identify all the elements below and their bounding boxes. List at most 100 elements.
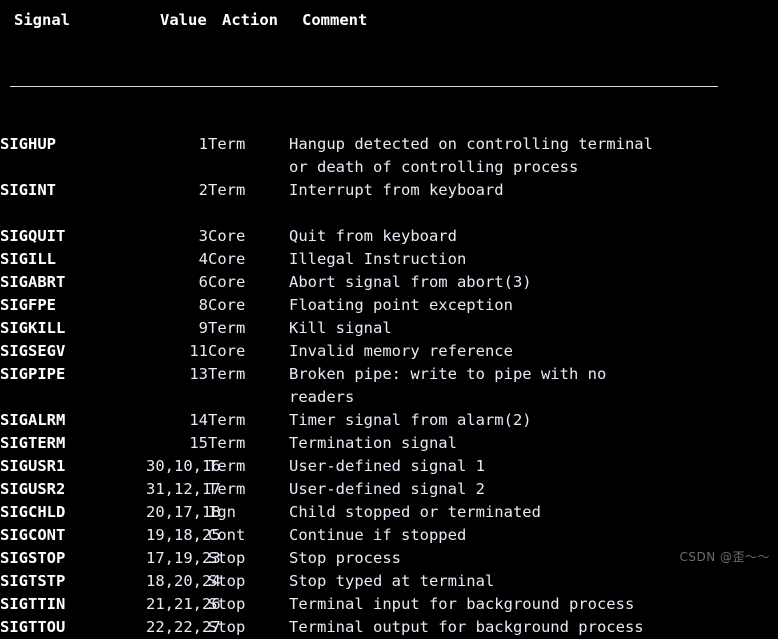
signal-name: SIGABRT xyxy=(0,273,66,291)
signal-action: Term xyxy=(208,135,246,153)
comment-line: Interrupt from keyboard xyxy=(289,181,504,199)
comment-line: Termination signal xyxy=(289,434,457,452)
comment-line: Kill signal xyxy=(289,319,392,337)
header-divider xyxy=(10,86,718,87)
table-row: SIGCHLD 20,17,18 Ign Child stopped or termi… xyxy=(0,501,778,524)
signal-action: Core xyxy=(208,342,246,360)
table-row: SIGSEGV 11 Core Invalid memory reference xyxy=(0,340,778,363)
signal-name: SIGTSTP xyxy=(0,572,66,590)
signal-value: 15 xyxy=(189,434,208,452)
table-row: SIGPIPE 13 Term Broken pipe: write to pipe … xyxy=(0,363,778,409)
signal-action: Stop xyxy=(208,618,246,636)
csdn-watermark: CSDN @歪～～ xyxy=(679,550,770,564)
signal-value: 4 xyxy=(198,250,208,268)
signal-comment: Kill signal xyxy=(289,317,778,340)
signal-value: 11 xyxy=(189,342,208,360)
table-row: SIGHUP 1 Term Hangup detected on controllin… xyxy=(0,133,778,179)
signal-comment: Stop typed at terminal xyxy=(289,570,778,593)
table-row: SIGINT 2 Term Interrupt from keyboard xyxy=(0,179,778,202)
signal-value: 31,12,17 xyxy=(146,480,221,498)
signal-comment: Invalid memory reference xyxy=(289,340,778,363)
signal-comment: Floating point exception xyxy=(289,294,778,317)
comment-line: User-defined signal 2 xyxy=(289,480,485,498)
table-row: SIGQUIT 3 Core Quit from keyboard xyxy=(0,225,778,248)
comment-line: readers xyxy=(289,388,355,406)
signal-action: Term xyxy=(208,457,246,475)
table-row: SIGFPE 8 Core Floating point exception xyxy=(0,294,778,317)
signal-name: SIGFPE xyxy=(0,296,56,314)
table-row: SIGUSR2 31,12,17 Term User-defined signal 2 xyxy=(0,478,778,501)
header-rule-row xyxy=(0,40,778,133)
signal-action: Term xyxy=(208,480,246,498)
terminal-page: Signal Value Action Comment SIGHUP 1 Term H… xyxy=(0,0,778,636)
signal-comment: Termination signal xyxy=(289,432,778,455)
signal-name: SIGCONT xyxy=(0,526,66,544)
comment-line: Floating point exception xyxy=(289,296,513,314)
table-row: SIGTTIN 21,21,26 Stop Terminal input for ba… xyxy=(0,593,778,616)
signal-value: 30,10,16 xyxy=(146,457,221,475)
signal-comment: Abort signal from abort(3) xyxy=(289,271,778,294)
signal-name: SIGTERM xyxy=(0,434,66,452)
comment-line: Timer signal from alarm(2) xyxy=(289,411,532,429)
signal-comment: Illegal Instruction xyxy=(289,248,778,271)
signal-comment: Broken pipe: write to pipe with no reader… xyxy=(289,363,778,409)
signal-comment: User-defined signal 2 xyxy=(289,478,778,501)
table-row: SIGTTOU 22,22,27 Stop Terminal output for b… xyxy=(0,616,778,639)
signal-name: SIGPIPE xyxy=(0,365,66,383)
signal-name: SIGTTOU xyxy=(0,618,66,636)
signal-action: Term xyxy=(208,411,246,429)
table-header: Signal Value Action Comment xyxy=(0,0,778,133)
signal-action: Core xyxy=(208,273,246,291)
signal-comment: Timer signal from alarm(2) xyxy=(289,409,778,432)
table-row: SIGUSR1 30,10,16 Term User-defined signal 1 xyxy=(0,455,778,478)
header-rule-cell xyxy=(0,40,778,133)
signal-value: 3 xyxy=(198,227,208,245)
comment-line: Invalid memory reference xyxy=(289,342,513,360)
signal-value: 8 xyxy=(198,296,208,314)
signal-comment: Interrupt from keyboard xyxy=(289,179,778,202)
blank-row xyxy=(0,202,778,225)
signal-action: Stop xyxy=(208,549,246,567)
signal-comment: Continue if stopped xyxy=(289,524,778,547)
signal-value: 6 xyxy=(198,273,208,291)
signal-comment: User-defined signal 1 xyxy=(289,455,778,478)
comment-line: Abort signal from abort(3) xyxy=(289,273,532,291)
signal-value: 9 xyxy=(198,319,208,337)
signal-name: SIGKILL xyxy=(0,319,66,337)
comment-line: User-defined signal 1 xyxy=(289,457,485,475)
signal-action: Core xyxy=(208,250,246,268)
table-row: SIGTERM 15 Term Termination signal xyxy=(0,432,778,455)
table-row: SIGILL 4 Core Illegal Instruction xyxy=(0,248,778,271)
signal-name: SIGSEGV xyxy=(0,342,66,360)
signal-action: Term xyxy=(208,319,246,337)
table-row: SIGSTOP 17,19,23 Stop Stop process xyxy=(0,547,778,570)
signal-value: 2 xyxy=(198,181,208,199)
signal-name: SIGTTIN xyxy=(0,595,66,613)
table-body: SIGHUP 1 Term Hangup detected on controllin… xyxy=(0,133,778,639)
signal-value: 19,18,25 xyxy=(146,526,221,544)
column-header-value: Value xyxy=(160,11,207,29)
signal-action: Term xyxy=(208,434,246,452)
comment-line: Stop typed at terminal xyxy=(289,572,495,590)
column-header-action: Action xyxy=(222,11,278,29)
signal-name: SIGALRM xyxy=(0,411,66,429)
comment-line: Terminal input for background process xyxy=(289,595,635,613)
signal-name: SIGILL xyxy=(0,250,56,268)
signal-value: 13 xyxy=(189,365,208,383)
signal-action: Core xyxy=(208,227,246,245)
signal-comment: Terminal output for background process xyxy=(289,616,778,639)
signal-value: 18,20,24 xyxy=(146,572,221,590)
table-row: SIGCONT 19,18,25 Cont Continue if stopped xyxy=(0,524,778,547)
signal-value: 17,19,23 xyxy=(146,549,221,567)
signal-name: SIGSTOP xyxy=(0,549,66,567)
signal-action: Ign xyxy=(208,503,236,521)
signal-action: Stop xyxy=(208,595,246,613)
signal-comment: Terminal input for background process xyxy=(289,593,778,616)
signal-value: 14 xyxy=(189,411,208,429)
comment-line: Continue if stopped xyxy=(289,526,467,544)
comment-line: Terminal output for background process xyxy=(289,618,644,636)
signal-name: SIGCHLD xyxy=(0,503,66,521)
signal-action: Stop xyxy=(208,572,246,590)
signal-action: Core xyxy=(208,296,246,314)
signal-comment: Child stopped or terminated xyxy=(289,501,778,524)
